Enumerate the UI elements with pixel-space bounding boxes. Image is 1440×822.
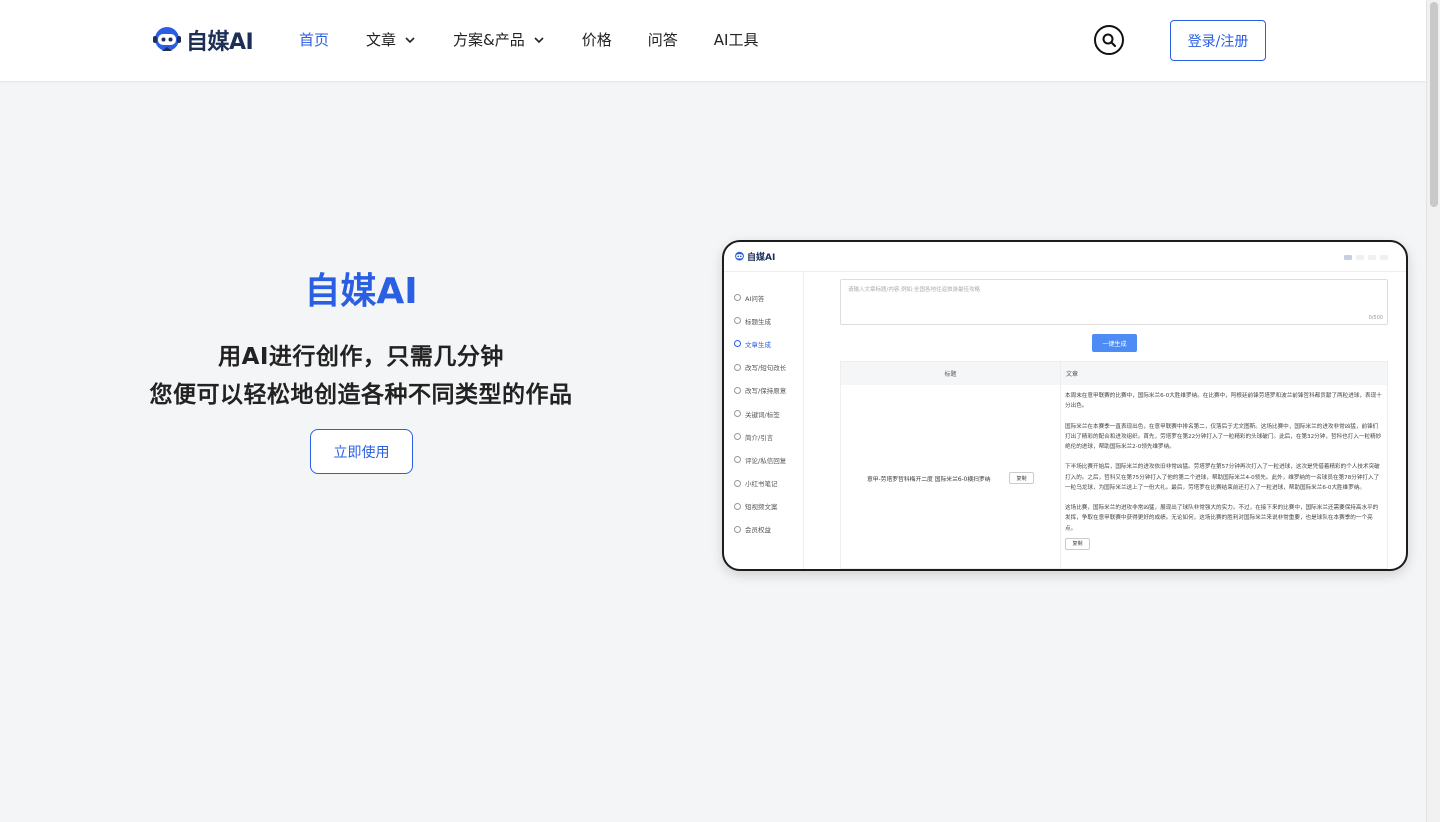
preview-sidebar-item: 评论/私信回复 xyxy=(724,448,803,471)
document-icon xyxy=(734,433,741,441)
preview-article-cell: 本周末在意甲联赛的比赛中，国际米兰6-0大胜维罗纳。在比赛中，阿根廷前锋劳塔罗和… xyxy=(1065,391,1383,550)
preview-sidebar-item: 改写/短句改长 xyxy=(724,356,803,379)
preview-col-header-title: 标题 xyxy=(841,362,1061,385)
preview-results-table: 标题 文章 意甲-劳塔罗哲科梅开二度 国际米兰6-0横扫罗纳 复制 本周末在意甲… xyxy=(840,361,1388,569)
preview-col-header-article: 文章 xyxy=(1066,371,1079,378)
preview-sidebar-label: 小红书笔记 xyxy=(745,480,778,489)
smile-icon xyxy=(734,363,741,371)
notebook-icon xyxy=(734,479,741,487)
preview-sidebar-item: 改写/保持原意 xyxy=(724,379,803,402)
preview-logo: 自媒AI xyxy=(734,250,775,263)
preview-row-title: 意甲-劳塔罗哲科梅开二度 国际米兰6-0横扫罗纳 xyxy=(867,477,991,483)
hero-title: 自媒AI xyxy=(304,271,418,312)
preview-sidebar-item: 关键词/标签 xyxy=(724,402,803,425)
preview-sidebar-label: 文章生成 xyxy=(745,340,771,349)
video-icon xyxy=(734,502,741,510)
preview-sidebar-label: 会员权益 xyxy=(745,526,771,535)
preview-sidebar-label: 简介/引言 xyxy=(745,433,774,442)
nav-item-label: 首页 xyxy=(299,31,330,49)
logo[interactable]: 自媒AI xyxy=(152,24,254,56)
preview-sidebar-item: 短视频文案 xyxy=(724,495,803,518)
preview-sidebar-label: 短视频文案 xyxy=(745,503,778,512)
preview-sidebar: AI问答 标题生成 文章生成 改写/短句改长 改写/保持原意 关键词/标签 简介… xyxy=(724,272,804,569)
clock-icon xyxy=(734,317,741,325)
preview-sidebar-item: 会员权益 xyxy=(724,518,803,541)
app-preview-screenshot: 自媒AI AI问答 标题生成 文章生成 改写/短句改长 改写/保持原意 关键词/… xyxy=(722,240,1408,571)
preview-sidebar-item: AI问答 xyxy=(724,286,803,309)
preview-sidebar-item: 文章生成 xyxy=(724,332,803,355)
preview-sidebar-label: 评论/私信回复 xyxy=(745,456,787,465)
article-icon xyxy=(734,340,741,348)
search-icon xyxy=(1102,33,1117,48)
hero-subtitle-line2: 您便可以轻松地创造各种不同类型的作品 xyxy=(149,382,573,408)
nav-item-label: 方案&产品 xyxy=(453,31,525,49)
robot-logo-icon xyxy=(735,251,744,261)
nav-item-solutions[interactable]: 方案&产品 xyxy=(453,29,545,50)
preview-sidebar-label: AI问答 xyxy=(745,294,765,303)
nav-item-home[interactable]: 首页 xyxy=(299,29,329,50)
rewrite-icon xyxy=(734,386,741,394)
preview-sidebar-label: 改写/短句改长 xyxy=(745,364,787,373)
nav-item-qa[interactable]: 问答 xyxy=(648,29,678,50)
nav-item-articles[interactable]: 文章 xyxy=(366,29,416,50)
comment-icon xyxy=(734,456,741,464)
nav-item-label: 问答 xyxy=(647,31,678,49)
preview-sidebar-item: 小红书笔记 xyxy=(724,472,803,495)
preview-logo-text: 自媒AI xyxy=(747,253,776,263)
nav-item-label: 价格 xyxy=(581,31,612,49)
preview-copy-article-button: 复制 xyxy=(1065,537,1090,550)
preview-prompt-textarea: 请输入文章标题/内容,例如:全国各地往返旅游最佳攻略 0/500 xyxy=(840,279,1388,325)
preview-sidebar-label: 标题生成 xyxy=(745,317,771,326)
logo-text: 自媒AI xyxy=(186,30,254,55)
site-header: 自媒AI 首页 文章 方案&产品 价格 问答 AI工具 登录/注册 xyxy=(0,0,1426,82)
preview-sidebar-item: 标题生成 xyxy=(724,309,803,332)
robot-logo-icon xyxy=(153,27,181,51)
search-icon xyxy=(734,294,741,302)
scrollbar-thumb[interactable] xyxy=(1430,2,1438,207)
preview-generate-button: 一键生成 xyxy=(1092,334,1137,352)
preview-article-paragraph: 这场比赛，国际米兰的进攻非常凶猛，展现出了球队非常强大的实力。不过，在接下来的比… xyxy=(1065,505,1379,532)
preview-char-count: 0/500 xyxy=(1368,315,1383,321)
preview-article-paragraph: 本周末在意甲联赛的比赛中，国际米兰6-0大胜维罗纳。在比赛中，阿根廷前锋劳塔罗和… xyxy=(1065,393,1382,410)
page-scrollbar[interactable] xyxy=(1426,0,1440,822)
preview-table-header: 标题 文章 xyxy=(841,362,1387,385)
preview-textarea-placeholder: 请输入文章标题/内容,例如:全国各地往返旅游最佳攻略 xyxy=(848,287,980,293)
preview-topbar: 自媒AI xyxy=(724,242,1406,272)
chevron-down-icon xyxy=(405,36,415,43)
nav-item-label: 文章 xyxy=(366,31,397,49)
preview-window-controls xyxy=(1344,255,1388,260)
main-nav: 首页 文章 方案&产品 价格 问答 AI工具 xyxy=(299,29,758,50)
nav-item-ai-tools[interactable]: AI工具 xyxy=(714,29,759,50)
nav-item-label: AI工具 xyxy=(713,31,759,49)
preview-sidebar-label: 改写/保持原意 xyxy=(745,387,787,396)
search-button[interactable] xyxy=(1094,25,1124,55)
preview-title-cell: 意甲-劳塔罗哲科梅开二度 国际米兰6-0横扫罗纳 复制 xyxy=(841,385,1061,568)
wallet-icon xyxy=(734,525,741,533)
hero-subtitle-line1: 用AI进行创作，只需几分钟 xyxy=(218,344,504,370)
chevron-down-icon xyxy=(534,36,544,43)
nav-item-pricing[interactable]: 价格 xyxy=(582,29,612,50)
start-now-button[interactable]: 立即使用 xyxy=(310,429,413,474)
preview-article-paragraph: 国际米兰在本赛季一直表现出色，在意甲联赛中排名第二，仅落后于尤文图斯。这场比赛中… xyxy=(1065,423,1382,450)
preview-copy-title-button: 复制 xyxy=(1009,472,1034,484)
preview-sidebar-item: 简介/引言 xyxy=(724,425,803,448)
preview-sidebar-label: 关键词/标签 xyxy=(745,410,780,419)
preview-article-paragraph: 下半场比赛开始后，国际米兰的进攻依旧非常凶猛。劳塔罗在第57分钟再次打入了一粒进… xyxy=(1065,464,1380,491)
tag-icon xyxy=(734,410,741,418)
login-register-button[interactable]: 登录/注册 xyxy=(1170,20,1266,61)
